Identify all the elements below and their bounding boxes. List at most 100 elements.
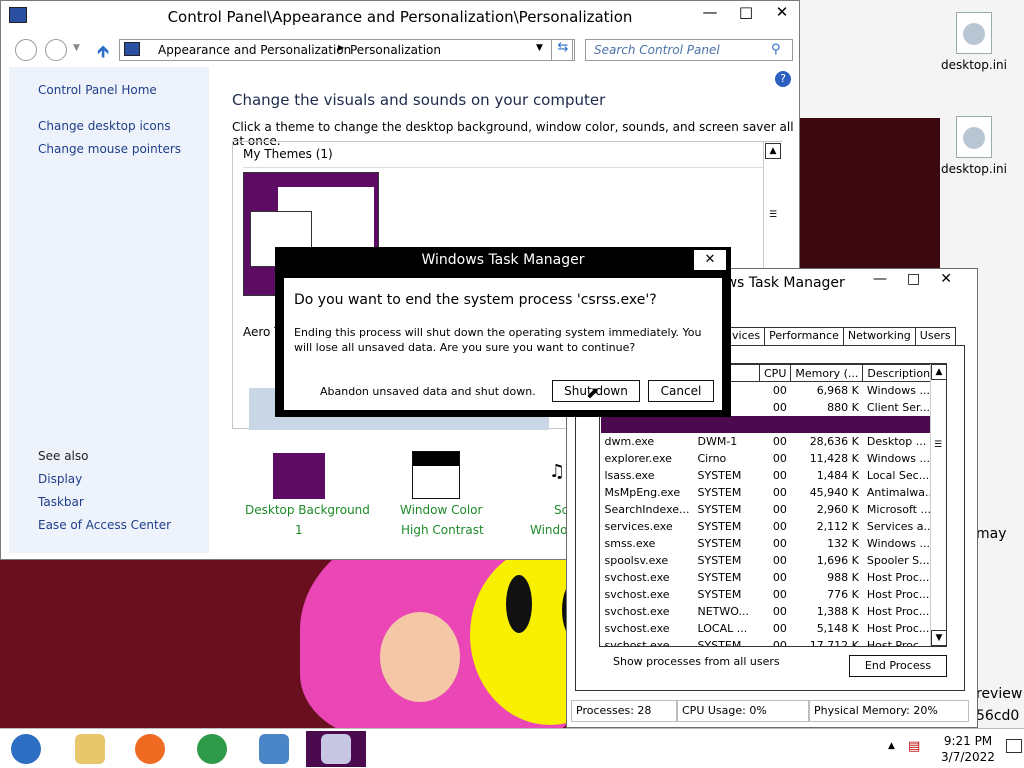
window-color-icon[interactable]	[412, 451, 460, 499]
window-color-value[interactable]: High Contrast	[401, 523, 484, 537]
column-header-cpu[interactable]: CPU	[758, 364, 792, 382]
sidebar-link-desktop-icons[interactable]: Change desktop icons	[38, 119, 171, 133]
breadcrumb-item[interactable]: Personalization	[350, 43, 441, 57]
cell-description: Host Proc...	[866, 621, 930, 635]
cell-cpu: 00	[772, 570, 787, 584]
address-bar[interactable]: Appearance and Personalization ▶ Persona…	[119, 39, 573, 61]
cell-image-name	[600, 415, 694, 433]
back-button[interactable]	[15, 39, 37, 61]
forward-button[interactable]	[45, 39, 67, 61]
window-title: Control Panel\Appearance and Personaliza…	[167, 8, 633, 26]
table-row[interactable]: explorer.exe Cirno 00 11,428 K Windows ...	[601, 450, 940, 467]
scroll-thumb[interactable]: ☰	[934, 440, 942, 450]
cell-cpu	[759, 415, 791, 433]
cell-description: Host Proc...	[866, 638, 930, 647]
end-process-dialog: Windows Task Manager ✕ Do you want to en…	[275, 247, 731, 417]
cell-description: Client Ser...	[866, 400, 930, 414]
minimize-button[interactable]: —	[873, 271, 887, 287]
tray-expand-icon[interactable]: ▲	[888, 741, 895, 751]
column-header-memory[interactable]: Memory (...	[790, 364, 864, 382]
close-button[interactable]: ✕	[940, 271, 952, 287]
start-button[interactable]	[0, 731, 52, 767]
table-row[interactable]: svchost.exe NETWO... 00 1,388 K Host Proc...	[601, 603, 940, 620]
cancel-button[interactable]: Cancel	[648, 380, 714, 402]
table-row[interactable]: lsass.exe SYSTEM 00 1,484 K Local Sec...	[601, 467, 940, 484]
sounds-icon[interactable]: ♫	[549, 461, 565, 482]
recent-pages-chevron-icon[interactable]: ▼	[73, 43, 80, 53]
table-row[interactable]: dwm.exe DWM-1 00 28,636 K Desktop ...	[601, 433, 940, 450]
taskbar-task-manager[interactable]	[306, 731, 366, 767]
maximize-button[interactable]: □	[907, 271, 920, 287]
desktop-background-link[interactable]: Desktop Background	[245, 503, 370, 517]
table-row[interactable]: svchost.exe SYSTEM 00 17,712 K Host Proc...	[601, 637, 940, 647]
desktop-background-icon[interactable]	[273, 453, 325, 499]
window-title: ows Task Manager	[717, 275, 845, 291]
cell-memory: 2,960 K	[816, 502, 859, 516]
table-row[interactable]: spoolsv.exe SYSTEM 00 1,696 K Spooler S...	[601, 552, 940, 569]
breadcrumb-separator-icon[interactable]: ▶	[338, 43, 344, 52]
status-physical-memory: Physical Memory: 20%	[809, 700, 969, 722]
tab-users[interactable]: Users	[914, 327, 956, 345]
scroll-up-icon[interactable]: ▲	[931, 364, 946, 380]
cell-user-name: Cirno	[697, 451, 727, 465]
scroll-up-icon[interactable]: ▲	[765, 143, 781, 159]
breadcrumb-item[interactable]: Appearance and Personalization	[158, 43, 351, 57]
taskbar-firefox[interactable]	[124, 731, 176, 767]
table-row[interactable]: services.exe SYSTEM 00 2,112 K Services a...	[601, 518, 940, 535]
maximize-button[interactable]: □	[737, 3, 755, 21]
sidebar-link-display[interactable]: Display	[38, 472, 82, 486]
desktop-icon-desktop-ini[interactable]: desktop.ini	[934, 12, 1014, 72]
cell-memory: 45,940 K	[809, 485, 859, 499]
title-bar[interactable]: Control Panel\Appearance and Personaliza…	[1, 1, 799, 33]
table-row[interactable]: svchost.exe LOCAL ... 00 5,148 K Host Proc..…	[601, 620, 940, 637]
table-row[interactable]: svchost.exe SYSTEM 00 776 K Host Proc...	[601, 586, 940, 603]
cell-memory: 776 K	[827, 587, 859, 601]
scroll-down-icon[interactable]: ▼	[931, 630, 946, 646]
search-icon[interactable]: ⚲	[771, 42, 781, 57]
sidebar-link-ease-of-access[interactable]: Ease of Access Center	[38, 518, 171, 532]
show-all-processes-button[interactable]: Show processes from all users	[613, 655, 780, 668]
cell-cpu: 00	[772, 604, 787, 618]
minimize-button[interactable]: —	[701, 3, 719, 21]
help-icon[interactable]: ?	[775, 71, 791, 87]
clock[interactable]: 9:21 PM 3/7/2022	[940, 733, 996, 765]
tab-services[interactable]: vices	[727, 327, 766, 345]
cell-image-name: svchost.exe	[604, 638, 670, 647]
sidebar-link-home[interactable]: Control Panel Home	[38, 83, 157, 97]
close-button[interactable]: ✕	[773, 3, 791, 21]
table-row[interactable]: MsMpEng.exe SYSTEM 00 45,940 K Antimalwa...	[601, 484, 940, 501]
desktop-icon-label: desktop.ini	[941, 162, 1007, 176]
desktop-background-value[interactable]: 1	[295, 523, 303, 537]
show-desktop-icon[interactable]	[1006, 739, 1022, 753]
tab-networking[interactable]: Networking	[842, 327, 916, 345]
table-row[interactable]: SearchIndexe... SYSTEM 00 2,960 K Microsoft …	[601, 501, 940, 518]
dialog-message: Ending this process will shut down the o…	[294, 326, 702, 354]
table-row[interactable]: smss.exe SYSTEM 00 132 K Windows ...	[601, 535, 940, 552]
column-header-description[interactable]: Description	[862, 364, 940, 382]
search-input[interactable]: Search Control Panel	[585, 39, 793, 61]
dialog-close-button[interactable]: ✕	[694, 250, 726, 270]
sidebar-link-mouse-pointers[interactable]: Change mouse pointers	[38, 142, 181, 156]
up-arrow-icon[interactable]: 🡹	[97, 39, 109, 68]
taskbar-control-panel[interactable]	[248, 731, 300, 767]
cell-image-name: SearchIndexe...	[604, 502, 690, 516]
sidebar-link-taskbar[interactable]: Taskbar	[38, 495, 84, 509]
divider	[243, 167, 767, 168]
tab-performance[interactable]: Performance	[764, 327, 844, 345]
table-row[interactable]: svchost.exe SYSTEM 00 988 K Host Proc...	[601, 569, 940, 586]
table-row[interactable]	[600, 415, 940, 433]
task-manager-icon	[321, 734, 351, 764]
refresh-icon[interactable]: ⇆	[551, 39, 575, 61]
end-process-button[interactable]: End Process	[849, 655, 947, 677]
desktop-icon-desktop-ini[interactable]: desktop.ini	[934, 116, 1014, 176]
process-scrollbar[interactable]: ▲ ☰ ▼	[930, 364, 946, 646]
taskbar-explorer[interactable]	[64, 731, 116, 767]
cell-cpu: 00	[772, 536, 787, 550]
chevron-down-icon[interactable]: ▼	[536, 43, 543, 53]
taskbar-chrome[interactable]	[186, 731, 238, 767]
sounds-value[interactable]: Windo	[530, 523, 568, 537]
cell-image-name: svchost.exe	[604, 570, 670, 584]
scroll-thumb[interactable]: ☰	[769, 210, 777, 220]
network-icon[interactable]: ▤	[908, 739, 920, 754]
window-color-link[interactable]: Window Color	[400, 503, 482, 517]
